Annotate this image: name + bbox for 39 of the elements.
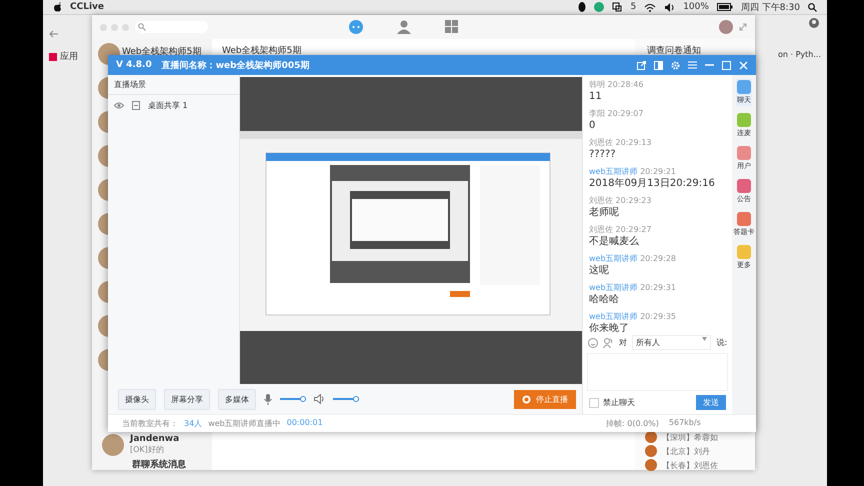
sender-name: Jandenwa xyxy=(130,434,180,444)
clock: 周四 下午8:30 xyxy=(740,2,800,14)
online-label: 当前教室共有： xyxy=(122,418,178,429)
message-text: 2018年09月13日20:29:16 xyxy=(589,178,716,190)
message-text: 你来晚了 xyxy=(589,323,630,332)
message-text: 老师呢 xyxy=(589,207,620,219)
live-status: web五期讲师直播中 xyxy=(208,418,281,429)
message-header: 刘恩佐 20:29:13 xyxy=(589,137,652,149)
member-name: 【长春】刘恩佐 xyxy=(662,460,718,470)
message-text: 0 xyxy=(589,120,596,132)
message-text: 不是喊麦么 xyxy=(589,236,640,248)
message-header: 韩明 20:28:46 xyxy=(589,79,644,91)
to-label: 对 xyxy=(619,337,627,348)
online-count: 34人 xyxy=(184,418,202,429)
battery-percent: 100% xyxy=(683,2,709,12)
message-header: 刘恩佐 20:29:23 xyxy=(589,195,652,206)
message-header: web五期讲师 20:29:35 xyxy=(589,311,678,322)
member-name: 【北京】刘丹 xyxy=(662,446,710,456)
message-text: 这呢 xyxy=(589,265,610,277)
mute-label: 禁止聊天 xyxy=(603,397,635,408)
message-header: web五期讲师 20:29:31 xyxy=(589,282,678,294)
message-header: 李阳 20:29:07 xyxy=(589,108,644,120)
bitrate: 567kb/s xyxy=(668,418,701,429)
message-text: 11 xyxy=(589,91,603,103)
window-title: 直播间名称：web全栈架构师005期 xyxy=(162,59,310,72)
member-name: 【深圳】希蓉如 xyxy=(662,432,718,442)
message-header: web五期讲师 20:29:21 xyxy=(589,166,678,178)
message-header: web五期讲师 20:29:28 xyxy=(589,253,678,264)
scene-header: 直播场景 xyxy=(108,75,239,95)
message-header: 刘恩佐 20:29:27 xyxy=(589,224,652,236)
message-text: [OK]好的 xyxy=(130,444,165,455)
dropped-frames: 掉帧: 0(0.0%) xyxy=(606,418,659,429)
version-label: V 4.8.0 xyxy=(116,60,152,70)
chat-title: Web全栈架构师5期 xyxy=(222,44,302,57)
input-count: 5 xyxy=(630,2,636,12)
live-duration: 00:00:01 xyxy=(286,418,323,429)
message-text: 哈哈哈 xyxy=(589,294,620,306)
message-text: ????? xyxy=(589,149,617,161)
say-label: 说: xyxy=(716,337,728,348)
